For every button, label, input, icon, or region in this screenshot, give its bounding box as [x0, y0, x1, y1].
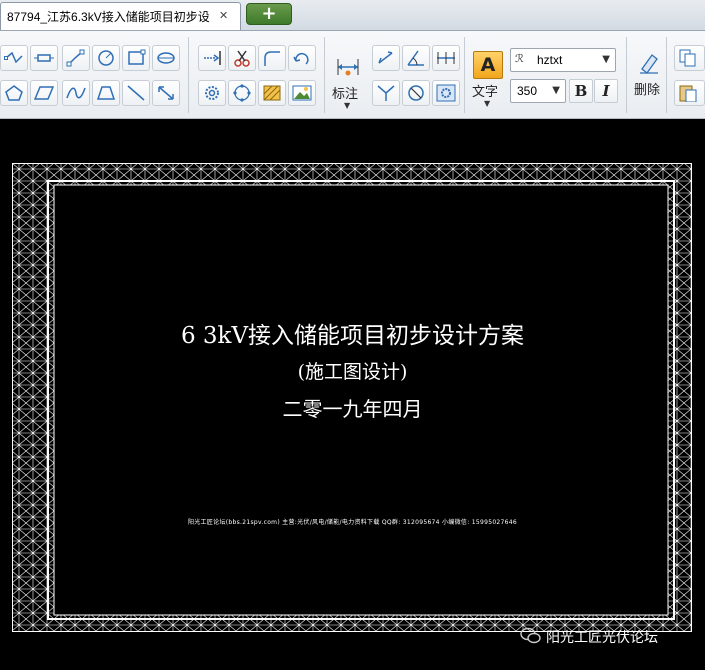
toolbar-separator: [324, 37, 325, 113]
toolbar-separator: [626, 37, 627, 113]
font-size-select[interactable]: 350 ▼: [510, 79, 566, 103]
tab-title: 87794_江苏6.3kV接入储能项目初步设: [7, 10, 210, 24]
ordinate-dim-icon[interactable]: [372, 80, 400, 106]
rect-corner-icon[interactable]: [122, 45, 150, 71]
eraser-icon: [640, 54, 658, 74]
toolbar-separator: [666, 37, 667, 113]
aligned-dim-icon[interactable]: [372, 45, 400, 71]
font-size-value: 350: [517, 84, 538, 98]
dimension-label: 标注: [332, 87, 359, 102]
drawing-subtitle: (施工图设计): [297, 361, 408, 383]
image-icon[interactable]: [288, 80, 316, 106]
delete-label: 删除: [634, 83, 661, 98]
toolbar-separator: [188, 37, 189, 113]
trapezoid-icon[interactable]: [92, 80, 120, 106]
gear-icon[interactable]: [198, 80, 226, 106]
chevron-down-icon: ▼: [552, 85, 560, 96]
wechat-icon: [520, 627, 541, 644]
scissors-icon[interactable]: [228, 45, 256, 71]
circle-icon[interactable]: [92, 45, 120, 71]
text-label: 文字: [472, 85, 499, 100]
line-icon[interactable]: [122, 80, 150, 106]
bold-button[interactable]: B: [569, 79, 593, 103]
dimension-button[interactable]: 标注 ▼: [330, 51, 366, 113]
ellipse-icon[interactable]: [152, 45, 180, 71]
double-arrow-icon[interactable]: [152, 80, 180, 106]
font-name-value: hztxt: [537, 53, 563, 67]
tab-drawing[interactable]: 87794_江苏6.3kV接入储能项目初步设 ✕: [0, 2, 241, 30]
radius-dim-icon[interactable]: [402, 80, 430, 106]
drawing-date: 二零一九年四月: [282, 397, 423, 421]
pentagon-icon[interactable]: [0, 80, 28, 106]
font-name-select[interactable]: ℛ hztxt ▼: [510, 48, 616, 72]
chevron-down-icon: ▼: [484, 99, 491, 108]
extend-icon[interactable]: [198, 45, 226, 71]
text-button[interactable]: A 文字 ▼: [470, 49, 506, 113]
paste-icon[interactable]: [674, 80, 705, 106]
drawing-title: 6 3kV接入储能项目初步设计方案: [180, 323, 525, 349]
parallelogram-icon[interactable]: [30, 80, 58, 106]
font-type-icon: ℛ: [515, 52, 524, 65]
continuous-dim-icon[interactable]: [432, 45, 460, 71]
plus-icon: +: [261, 3, 277, 24]
hatch-icon[interactable]: [258, 80, 286, 106]
text-icon: A: [473, 51, 503, 79]
chevron-down-icon: ▼: [602, 54, 610, 65]
dimension-icon: [337, 59, 359, 76]
chevron-down-icon: ▼: [344, 101, 351, 110]
copy-icon[interactable]: [674, 45, 705, 71]
fillet-icon[interactable]: [258, 45, 286, 71]
rectangle-dim-icon[interactable]: [30, 45, 58, 71]
new-tab-button[interactable]: +: [246, 3, 292, 25]
delete-button[interactable]: 删除: [632, 49, 666, 109]
angle-dim-icon[interactable]: [402, 45, 430, 71]
array-icon[interactable]: [228, 80, 256, 106]
rotate-icon[interactable]: [288, 45, 316, 71]
settings-gear-icon[interactable]: [432, 80, 460, 106]
spline-node-icon[interactable]: [62, 45, 90, 71]
drawing-footer-note: 阳光工匠论坛(bbs.21spv.com) 主营:光伏/风电/储能/电力资料下载…: [187, 519, 518, 526]
toolbar-separator: [464, 37, 465, 113]
italic-button[interactable]: I: [594, 79, 618, 103]
close-icon[interactable]: ✕: [219, 9, 228, 22]
tab-bar: 87794_江苏6.3kV接入储能项目初步设 ✕ +: [0, 0, 705, 31]
watermark-text: 阳光工匠光伏论坛: [546, 630, 658, 646]
curve-icon[interactable]: [62, 80, 90, 106]
toolbar: 标注 ▼ A 文字 ▼ ℛ hztxt ▼ 350 ▼ B I 删除: [0, 31, 705, 119]
polyline-icon[interactable]: [0, 45, 28, 71]
